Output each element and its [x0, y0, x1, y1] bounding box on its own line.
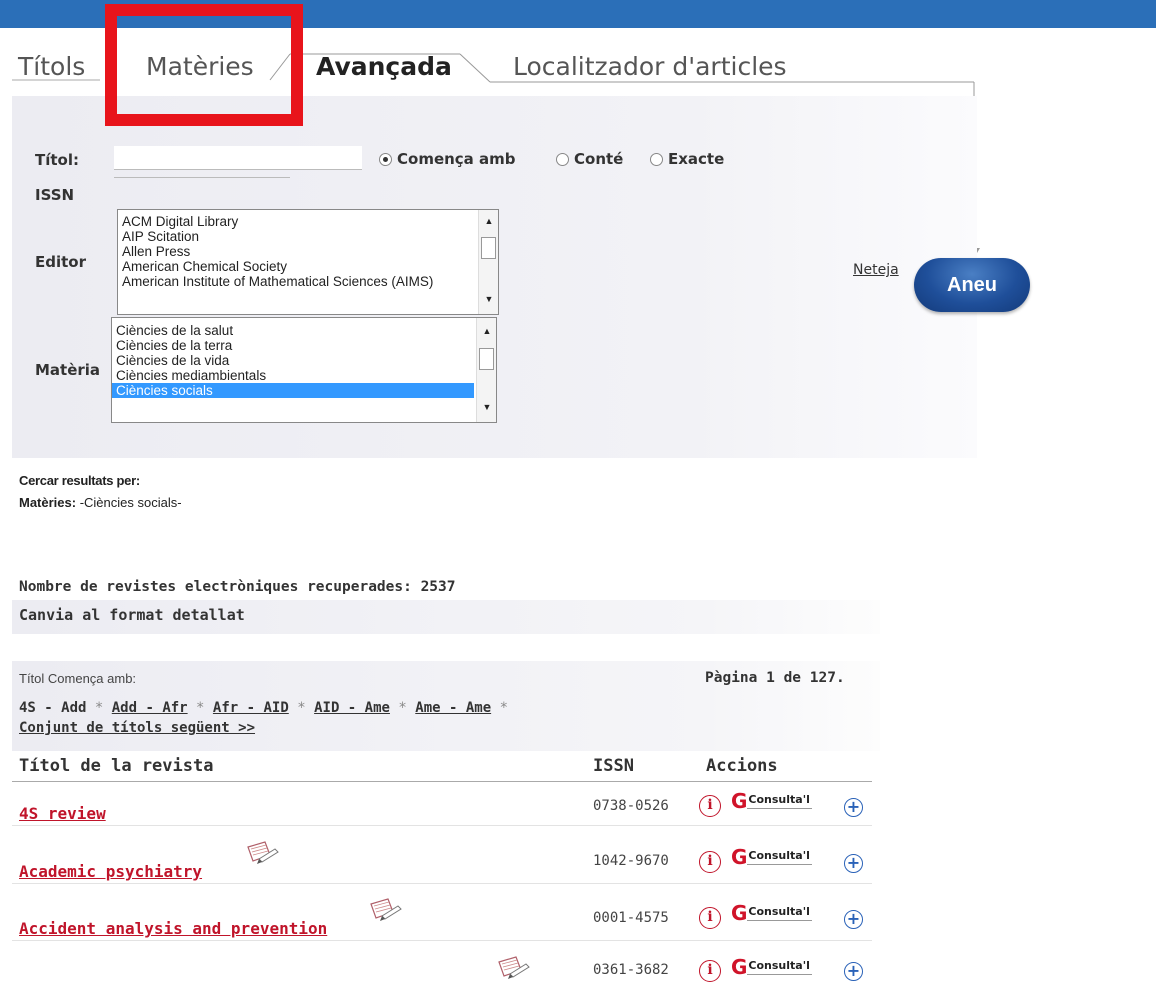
range-separator: *	[398, 700, 407, 716]
consulta-button[interactable]: G Consulta'l	[731, 957, 812, 977]
pencil-edit-icon[interactable]	[368, 896, 404, 922]
pencil-edit-icon[interactable]	[496, 954, 532, 980]
editor-label: Editor	[35, 253, 86, 271]
next-set-link[interactable]: Conjunt de títols següent >>	[19, 720, 255, 736]
consulta-label: Consulta'l	[747, 849, 812, 865]
consulta-logo-icon: G	[731, 901, 748, 925]
info-icon[interactable]: i	[699, 851, 721, 873]
radio-checked-icon	[379, 152, 392, 166]
consulta-label: Consulta'l	[747, 793, 812, 809]
add-icon[interactable]: +	[844, 854, 863, 873]
title-label: Títol:	[35, 151, 79, 169]
radio-label: Conté	[574, 150, 624, 168]
add-icon[interactable]: +	[844, 962, 863, 981]
column-title: Títol de la revista	[19, 756, 214, 776]
tab-avancada[interactable]: Avançada	[316, 52, 452, 81]
range-separator: *	[499, 700, 508, 716]
column-issn: ISSN	[593, 756, 634, 776]
clear-link[interactable]: Neteja	[853, 262, 899, 278]
add-icon[interactable]: +	[844, 798, 863, 817]
editor-option[interactable]: Allen Press	[118, 244, 498, 259]
search-summary-heading: Cercar resultats per:	[19, 473, 140, 488]
info-icon[interactable]: i	[699, 795, 721, 817]
add-icon[interactable]: +	[844, 910, 863, 929]
materia-listbox[interactable]: Ciències de la salut Ciències de la terr…	[111, 317, 497, 423]
radio-conte[interactable]: Conté	[556, 150, 623, 168]
materia-option-selected[interactable]: Ciències socials	[112, 383, 474, 398]
results-count: Nombre de revistes electròniques recuper…	[19, 579, 456, 595]
journal-issn: 0001-4575	[593, 910, 669, 926]
range-link[interactable]: Ame - Ame	[415, 700, 491, 716]
radio-label: Exacte	[668, 150, 725, 168]
format-toggle-link[interactable]: Canvia al format detallat	[19, 606, 245, 624]
search-summary-subjects: Matèries: -Ciències socials-	[19, 495, 182, 510]
consulta-label: Consulta'l	[747, 959, 812, 975]
consulta-logo-icon: G	[731, 845, 748, 869]
journal-title-link[interactable]: Accident analysis and prevention	[19, 919, 327, 938]
consulta-logo-icon: G	[731, 955, 748, 979]
materia-option[interactable]: Ciències de la vida	[112, 353, 496, 368]
column-actions: Accions	[706, 756, 778, 776]
materia-option[interactable]: Ciències de la terra	[112, 338, 496, 353]
scroll-down-icon[interactable]: ▼	[477, 400, 497, 414]
highlight-box	[105, 4, 303, 126]
range-link[interactable]: Afr - AID	[213, 700, 289, 716]
subjects-label: Matèries:	[19, 495, 77, 510]
editor-scrollbar[interactable]: ▲ ▼	[478, 210, 498, 314]
consulta-button[interactable]: G Consulta'l	[731, 791, 812, 811]
title-range-links: 4S - Add * Add - Afr * Afr - AID * AID -…	[19, 698, 719, 738]
range-link[interactable]: AID - Ame	[314, 700, 390, 716]
range-link[interactable]: Add - Afr	[112, 700, 188, 716]
scroll-up-icon[interactable]: ▲	[479, 214, 499, 228]
radio-comenca-amb[interactable]: Comença amb	[379, 150, 516, 168]
editor-option[interactable]: American Chemical Society	[118, 259, 498, 274]
consulta-logo-icon: G	[731, 789, 748, 813]
editor-listbox[interactable]: ACM Digital Library AIP Scitation Allen …	[117, 209, 499, 315]
journal-issn: 1042-9670	[593, 853, 669, 869]
radio-unchecked-icon	[556, 152, 569, 166]
journal-issn: 0738-0526	[593, 798, 669, 814]
materia-option[interactable]: Ciències mediambientals	[112, 368, 496, 383]
scroll-thumb[interactable]	[479, 348, 494, 370]
subjects-value: -Ciències socials-	[76, 495, 182, 510]
journal-title-link[interactable]: Academic psychiatry	[19, 862, 202, 881]
editor-option[interactable]: ACM Digital Library	[118, 214, 498, 229]
radio-exacte[interactable]: Exacte	[650, 150, 724, 168]
editor-option[interactable]: American Institute of Mathematical Scien…	[118, 274, 498, 289]
page-indicator: Pàgina 1 de 127.	[705, 670, 845, 686]
scroll-thumb[interactable]	[481, 237, 496, 259]
materia-scrollbar[interactable]: ▲ ▼	[476, 318, 496, 422]
scroll-down-icon[interactable]: ▼	[479, 292, 499, 306]
issn-label: ISSN	[35, 186, 75, 204]
tab-localitzador[interactable]: Localitzador d'articles	[513, 52, 787, 81]
editor-option[interactable]: AIP Scitation	[118, 229, 498, 244]
range-separator: *	[196, 700, 205, 716]
info-icon[interactable]: i	[699, 960, 721, 982]
consulta-button[interactable]: G Consulta'l	[731, 847, 812, 867]
row-divider	[12, 940, 872, 941]
filter-text: Títol Comença amb:	[19, 671, 137, 686]
radio-label: Comença amb	[397, 150, 516, 168]
header-divider	[12, 781, 872, 782]
submit-button[interactable]: Aneu	[914, 258, 1030, 312]
materia-option[interactable]: Ciències de la salut	[112, 323, 496, 338]
row-divider	[12, 825, 872, 826]
consulta-label: Consulta'l	[747, 905, 812, 921]
consulta-button[interactable]: G Consulta'l	[731, 903, 812, 923]
range-separator: *	[297, 700, 306, 716]
info-icon[interactable]: i	[699, 907, 721, 929]
journal-issn: 0361-3682	[593, 962, 669, 978]
row-divider	[12, 883, 872, 884]
radio-unchecked-icon	[650, 152, 663, 166]
materia-label: Matèria	[35, 361, 101, 379]
scroll-up-icon[interactable]: ▲	[477, 324, 497, 338]
journal-title-link[interactable]: 4S review	[19, 804, 106, 823]
tab-titols[interactable]: Títols	[18, 52, 85, 81]
pencil-edit-icon[interactable]	[245, 839, 281, 865]
issn-input[interactable]	[114, 156, 290, 178]
range-current: 4S - Add	[19, 700, 87, 716]
range-separator: *	[94, 700, 104, 716]
